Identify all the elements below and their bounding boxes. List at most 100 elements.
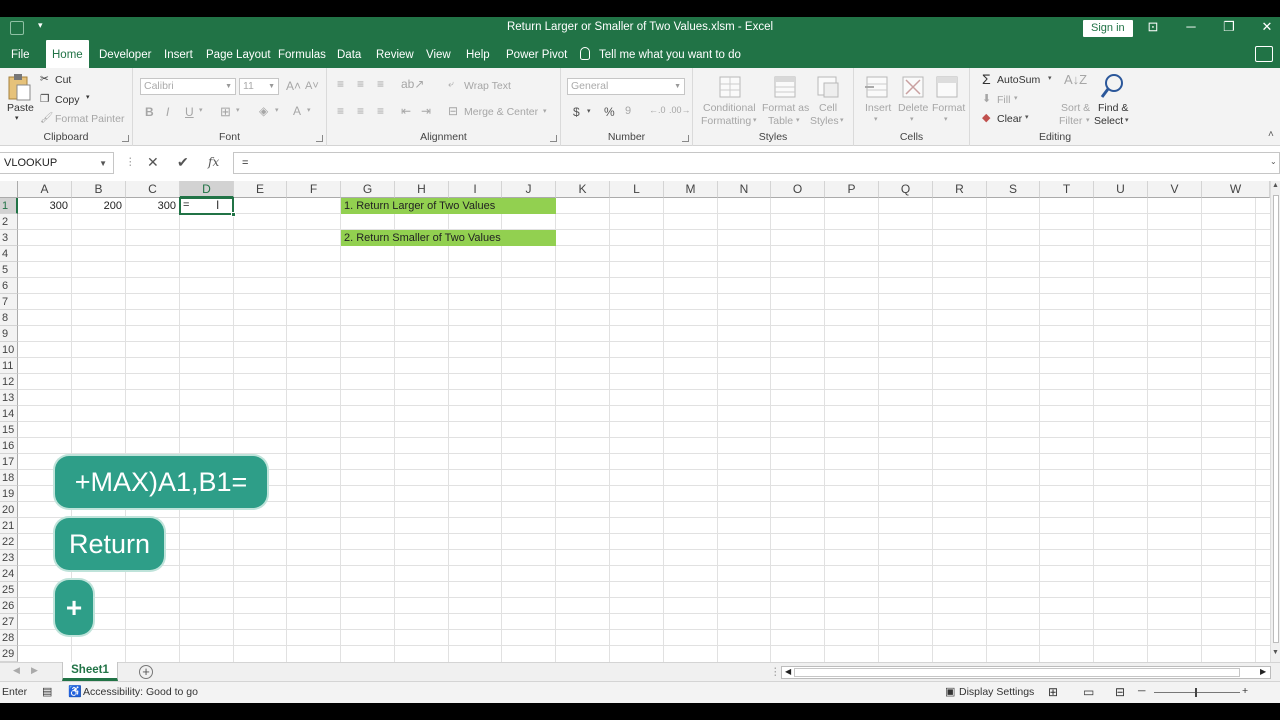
sort-dropdown-icon[interactable]: ▾ bbox=[1086, 116, 1090, 124]
format-as-table-dropdown-icon[interactable]: ▾ bbox=[796, 116, 800, 124]
row-header-24[interactable]: 24 bbox=[0, 566, 18, 582]
italic-button[interactable]: I bbox=[166, 105, 169, 119]
close-icon[interactable]: ✕ bbox=[1252, 19, 1280, 35]
row-header-17[interactable]: 17 bbox=[0, 454, 18, 470]
normal-view-icon[interactable]: ⊞ bbox=[1048, 685, 1058, 699]
autosum-button[interactable]: AutoSum bbox=[997, 74, 1040, 86]
tab-home[interactable]: Home bbox=[46, 40, 89, 68]
font-size-combo[interactable]: 11 ▼ bbox=[239, 78, 279, 95]
cell-g3[interactable]: 2. Return Smaller of Two Values bbox=[341, 230, 556, 246]
column-header-n[interactable]: N bbox=[718, 181, 771, 198]
column-header-o[interactable]: O bbox=[771, 181, 825, 198]
row-header-2[interactable]: 2 bbox=[0, 214, 18, 230]
confirm-entry-button[interactable]: ✔ bbox=[177, 154, 189, 171]
row-header-28[interactable]: 28 bbox=[0, 630, 18, 646]
borders-dropdown-icon[interactable]: ▾ bbox=[236, 106, 240, 114]
tab-data[interactable]: Data bbox=[331, 40, 367, 68]
row-header-21[interactable]: 21 bbox=[0, 518, 18, 534]
align-left-icon[interactable]: ≡ bbox=[337, 104, 344, 118]
increase-decimal-icon[interactable]: ←.0 bbox=[649, 105, 666, 115]
zoom-slider[interactable] bbox=[1154, 692, 1240, 693]
paste-icon[interactable] bbox=[7, 73, 31, 101]
align-bottom-icon[interactable]: ≡ bbox=[377, 77, 384, 91]
row-header-4[interactable]: 4 bbox=[0, 246, 18, 262]
new-sheet-button[interactable]: + bbox=[139, 665, 153, 679]
delete-dropdown-icon[interactable]: ▾ bbox=[910, 115, 914, 123]
row-header-8[interactable]: 8 bbox=[0, 310, 18, 326]
prev-sheet-icon[interactable]: ◀ bbox=[13, 665, 20, 676]
wrap-text-button[interactable]: Wrap Text bbox=[464, 80, 511, 92]
sort-filter-button-line2[interactable]: Filter bbox=[1059, 115, 1082, 127]
cell-g1[interactable]: 1. Return Larger of Two Values bbox=[341, 198, 556, 214]
collapse-ribbon-icon[interactable]: ˄ bbox=[1268, 129, 1274, 140]
tab-formulas[interactable]: Formulas bbox=[272, 40, 332, 68]
format-as-table-button[interactable]: Format as bbox=[762, 102, 809, 114]
find-select-button-line2[interactable]: Select bbox=[1094, 115, 1123, 127]
tab-review[interactable]: Review bbox=[370, 40, 420, 68]
tab-power-pivot[interactable]: Power Pivot bbox=[500, 40, 573, 68]
column-header-m[interactable]: M bbox=[664, 181, 718, 198]
font-color-icon[interactable]: A bbox=[293, 104, 301, 118]
align-top-icon[interactable]: ≡ bbox=[337, 77, 344, 91]
comma-style-icon[interactable]: 9 bbox=[625, 105, 631, 117]
cell-styles-dropdown-icon[interactable]: ▾ bbox=[840, 116, 844, 124]
delete-button[interactable]: Delete bbox=[898, 102, 928, 114]
clipboard-dialog-launcher[interactable] bbox=[122, 135, 129, 142]
zoom-out-icon[interactable]: ─ bbox=[1138, 685, 1145, 697]
paste-dropdown-icon[interactable]: ▾ bbox=[15, 114, 19, 122]
tab-page-layout[interactable]: Page Layout bbox=[200, 40, 277, 68]
align-right-icon[interactable]: ≡ bbox=[377, 104, 384, 118]
active-cell-d1[interactable]: = bbox=[179, 197, 236, 217]
fill-color-icon[interactable]: ◈ bbox=[259, 104, 268, 118]
fill-handle[interactable] bbox=[231, 212, 236, 217]
row-header-29[interactable]: 29 bbox=[0, 646, 18, 662]
column-header-f[interactable]: F bbox=[287, 181, 341, 198]
underline-dropdown-icon[interactable]: ▾ bbox=[199, 106, 203, 114]
row-header-7[interactable]: 7 bbox=[0, 294, 18, 310]
alignment-dialog-launcher[interactable] bbox=[550, 135, 557, 142]
decrease-decimal-icon[interactable]: .00→ bbox=[669, 105, 691, 115]
row-header-11[interactable]: 11 bbox=[0, 358, 18, 374]
increase-indent-icon[interactable]: ⇥ bbox=[421, 104, 431, 118]
column-header-j[interactable]: J bbox=[502, 181, 556, 198]
cell-styles-button-line2[interactable]: Styles bbox=[810, 115, 839, 127]
cut-button[interactable]: Cut bbox=[55, 74, 71, 86]
sign-in-button[interactable]: Sign in bbox=[1083, 20, 1133, 37]
tab-split-grip-icon[interactable]: ⋮ bbox=[770, 666, 781, 678]
row-header-1[interactable]: 1 bbox=[0, 198, 18, 214]
row-header-20[interactable]: 20 bbox=[0, 502, 18, 518]
autosum-dropdown-icon[interactable]: ▾ bbox=[1048, 74, 1052, 82]
increase-font-icon[interactable]: A˄ bbox=[286, 79, 301, 93]
tab-file[interactable]: File bbox=[5, 40, 36, 68]
clear-button[interactable]: Clear bbox=[997, 113, 1022, 125]
vertical-scrollbar[interactable]: ▲ ▼ bbox=[1270, 181, 1280, 662]
row-header-6[interactable]: 6 bbox=[0, 278, 18, 294]
insert-dropdown-icon[interactable]: ▾ bbox=[874, 115, 878, 123]
column-header-u[interactable]: U bbox=[1094, 181, 1148, 198]
column-header-k[interactable]: K bbox=[556, 181, 610, 198]
sort-filter-button[interactable]: Sort & bbox=[1061, 102, 1090, 114]
column-header-q[interactable]: Q bbox=[879, 181, 933, 198]
row-header-19[interactable]: 19 bbox=[0, 486, 18, 502]
align-middle-icon[interactable]: ≡ bbox=[357, 77, 364, 91]
row-header-14[interactable]: 14 bbox=[0, 406, 18, 422]
scroll-down-icon[interactable]: ▼ bbox=[1272, 649, 1279, 656]
column-header-a[interactable]: A bbox=[18, 181, 72, 198]
tab-developer[interactable]: Developer bbox=[93, 40, 157, 68]
row-header-16[interactable]: 16 bbox=[0, 438, 18, 454]
vertical-scroll-thumb[interactable] bbox=[1273, 195, 1279, 643]
format-as-table-button-line2[interactable]: Table bbox=[768, 115, 793, 127]
find-select-button[interactable]: Find & bbox=[1098, 102, 1128, 114]
row-header-22[interactable]: 22 bbox=[0, 534, 18, 550]
row-header-13[interactable]: 13 bbox=[0, 390, 18, 406]
column-header-h[interactable]: H bbox=[395, 181, 449, 198]
underline-button[interactable]: U bbox=[185, 105, 194, 119]
sheet-tab-sheet1[interactable]: Sheet1 bbox=[62, 662, 118, 681]
font-name-combo[interactable]: Calibri ▼ bbox=[140, 78, 236, 95]
font-color-dropdown-icon[interactable]: ▾ bbox=[307, 106, 311, 114]
scroll-left-icon[interactable]: ◀ bbox=[785, 667, 791, 676]
minimize-icon[interactable]: ─ bbox=[1176, 19, 1206, 34]
percent-button[interactable]: % bbox=[604, 105, 615, 119]
column-header-g[interactable]: G bbox=[341, 181, 395, 198]
row-header-5[interactable]: 5 bbox=[0, 262, 18, 278]
